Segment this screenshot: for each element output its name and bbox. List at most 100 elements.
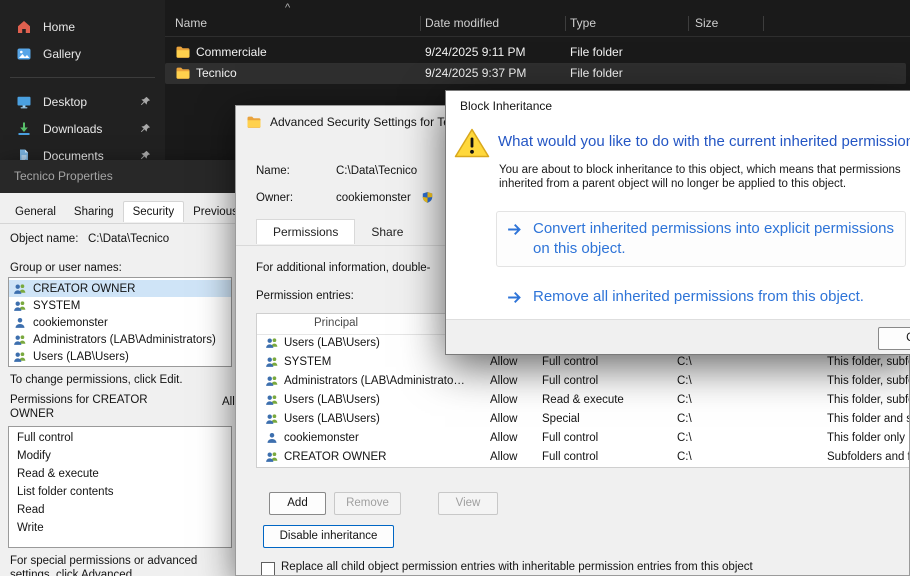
- list-item-system[interactable]: SYSTEM: [9, 297, 231, 314]
- list-item-administrators[interactable]: Administrators (LAB\Administrators): [9, 331, 231, 348]
- permission-entry-row[interactable]: SYSTEM Allow Full control C:\ This folde…: [257, 353, 910, 372]
- list-item-creator-owner[interactable]: CREATOR OWNER: [9, 280, 231, 297]
- entry-access: Read & execute: [542, 394, 624, 406]
- group-icon: [13, 333, 27, 347]
- option-label: Remove all inherited permissions from th…: [533, 287, 864, 307]
- column-separator[interactable]: [420, 16, 421, 31]
- sidebar-item-home[interactable]: Home: [6, 13, 159, 40]
- permission-item[interactable]: Read: [9, 501, 231, 519]
- entry-type: Allow: [490, 394, 517, 406]
- permission-label: Write: [17, 522, 44, 534]
- gallery-icon: [16, 46, 32, 62]
- entry-access: Full control: [542, 375, 598, 387]
- properties-dialog: Tecnico Properties General Sharing Secur…: [0, 160, 248, 576]
- column-separator[interactable]: [565, 16, 566, 31]
- group-icon: [265, 336, 279, 350]
- permissions-for-label: Permissions for CREATOR OWNER: [10, 393, 185, 421]
- block-dialog-body-line2: inherited from a parent object will no l…: [499, 178, 846, 190]
- column-header-date-modified[interactable]: Date modified: [425, 16, 499, 30]
- tab-security[interactable]: Security: [123, 201, 185, 222]
- group-icon: [265, 355, 279, 369]
- sidebar-item-desktop[interactable]: Desktop: [6, 88, 159, 115]
- permission-item[interactable]: Read & execute: [9, 465, 231, 483]
- tab-general[interactable]: General: [6, 202, 65, 222]
- sidebar-item-gallery[interactable]: Gallery: [6, 40, 159, 67]
- sidebar-item-label: Home: [43, 20, 75, 34]
- sidebar-item-downloads[interactable]: Downloads: [6, 115, 159, 142]
- user-icon: [265, 431, 279, 445]
- folder-icon: [175, 44, 191, 60]
- list-item-users[interactable]: Users (LAB\Users): [9, 348, 231, 365]
- permissions-list[interactable]: Full control Modify Read & execute List …: [8, 426, 232, 548]
- permission-item[interactable]: List folder contents: [9, 483, 231, 501]
- replace-permissions-checkbox[interactable]: [261, 562, 275, 576]
- group-icon: [13, 350, 27, 364]
- group-icon: [13, 282, 27, 296]
- group-icon: [265, 374, 279, 388]
- entry-applies-to: Subfolders and files only: [827, 451, 910, 463]
- block-dialog-heading: What would you like to do with the curre…: [498, 133, 910, 150]
- file-row-commerciale[interactable]: Commerciale 9/24/2025 9:11 PM File folde…: [165, 42, 906, 63]
- column-header-principal[interactable]: Principal: [314, 317, 358, 329]
- permission-item[interactable]: Modify: [9, 447, 231, 465]
- view-button[interactable]: View: [438, 492, 498, 515]
- tab-permissions[interactable]: Permissions: [256, 219, 355, 244]
- principal-name: SYSTEM: [33, 300, 80, 312]
- column-separator[interactable]: [763, 16, 764, 31]
- file-date-modified: 9/24/2025 9:11 PM: [425, 45, 526, 59]
- permission-label: Read & execute: [17, 468, 99, 480]
- group-icon: [265, 412, 279, 426]
- group-user-names-list[interactable]: CREATOR OWNER SYSTEM cookiemonster Admin…: [8, 277, 232, 367]
- column-header-name[interactable]: Name: [175, 16, 207, 30]
- permission-label: Full control: [17, 432, 73, 444]
- entry-type: Allow: [490, 356, 517, 368]
- permission-entry-row[interactable]: cookiemonster Allow Full control C:\ Thi…: [257, 429, 910, 448]
- downloads-icon: [16, 121, 32, 137]
- info-note: For additional information, double-: [256, 262, 431, 274]
- permission-item[interactable]: Write: [9, 519, 231, 537]
- file-type: File folder: [570, 45, 623, 59]
- column-header-size[interactable]: Size: [695, 16, 718, 30]
- column-separator[interactable]: [688, 16, 689, 31]
- advanced-dialog-titlebar: Advanced Security Settings for Te: [236, 106, 450, 138]
- sidebar-item-label: Gallery: [43, 47, 81, 61]
- block-dialog-body-line1: You are about to block inheritance to th…: [499, 164, 901, 176]
- remove-permissions-option[interactable]: Remove all inherited permissions from th…: [506, 287, 864, 307]
- convert-permissions-option[interactable]: Convert inherited permissions into expli…: [506, 219, 910, 259]
- entry-principal: SYSTEM: [284, 356, 466, 368]
- permission-entry-row[interactable]: Administrators (LAB\Administrators) Allo…: [257, 372, 910, 391]
- file-date-modified: 9/24/2025 9:37 PM: [425, 66, 526, 80]
- name-label: Name:: [256, 165, 290, 177]
- name-value: C:\Data\Tecnico: [336, 165, 417, 177]
- entry-inherited-from: C:\: [677, 375, 692, 387]
- entry-applies-to: This folder and subfolders: [827, 413, 910, 425]
- sidebar-item-label: Downloads: [43, 122, 102, 136]
- permission-item[interactable]: Full control: [9, 429, 231, 447]
- home-icon: [16, 19, 32, 35]
- tab-sharing[interactable]: Sharing: [65, 202, 123, 222]
- entry-applies-to: This folder, subfolders and files: [827, 375, 910, 387]
- column-header-type[interactable]: Type: [570, 16, 596, 30]
- entry-inherited-from: C:\: [677, 356, 692, 368]
- pin-icon: [140, 96, 151, 107]
- cancel-button[interactable]: Cancel: [878, 327, 910, 350]
- replace-permissions-label: Replace all child object permission entr…: [281, 561, 753, 573]
- arrow-right-icon: [506, 221, 523, 238]
- disable-inheritance-button[interactable]: Disable inheritance: [263, 525, 394, 548]
- permission-entry-row[interactable]: CREATOR OWNER Allow Full control C:\ Sub…: [257, 448, 910, 467]
- remove-button[interactable]: Remove: [334, 492, 401, 515]
- file-row-tecnico[interactable]: Tecnico 9/24/2025 9:37 PM File folder: [165, 63, 906, 84]
- group-icon: [265, 450, 279, 464]
- object-name-label: Object name:: [10, 233, 78, 245]
- permission-label: List folder contents: [17, 486, 114, 498]
- list-item-cookiemonster[interactable]: cookiemonster: [9, 314, 231, 331]
- permission-entry-row[interactable]: Users (LAB\Users) Allow Special C:\ This…: [257, 410, 910, 429]
- entry-inherited-from: C:\: [677, 432, 692, 444]
- entry-access: Full control: [542, 356, 598, 368]
- file-name: Tecnico: [196, 66, 237, 80]
- tab-share[interactable]: Share: [355, 220, 419, 244]
- add-button[interactable]: Add: [269, 492, 326, 515]
- permission-label: Read: [17, 504, 45, 516]
- entry-applies-to: This folder, subfolders and files: [827, 394, 910, 406]
- permission-entry-row[interactable]: Users (LAB\Users) Allow Read & execute C…: [257, 391, 910, 410]
